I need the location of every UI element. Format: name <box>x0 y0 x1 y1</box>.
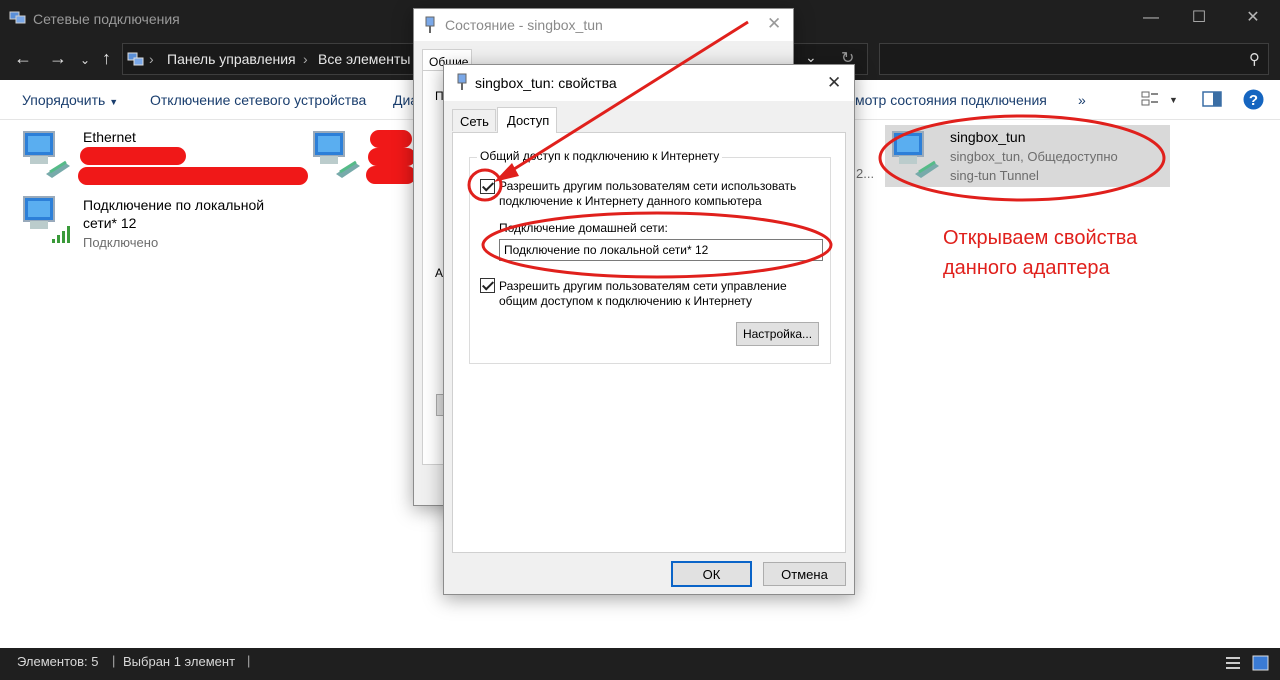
large-icons-view-icon[interactable] <box>1252 655 1269 671</box>
arrow-head-icon <box>494 163 519 182</box>
annotation-overlay <box>467 20 833 279</box>
tab-sharing[interactable]: Доступ <box>497 107 557 133</box>
status-bar: Элементов: 5 | Выбран 1 элемент | <box>0 648 1280 680</box>
details-view-icon[interactable] <box>1226 656 1240 670</box>
status-separator: | <box>247 653 251 668</box>
status-separator: | <box>112 653 116 668</box>
items-count: Элементов: 5 <box>17 654 99 669</box>
selected-count: Выбран 1 элемент <box>123 654 236 669</box>
